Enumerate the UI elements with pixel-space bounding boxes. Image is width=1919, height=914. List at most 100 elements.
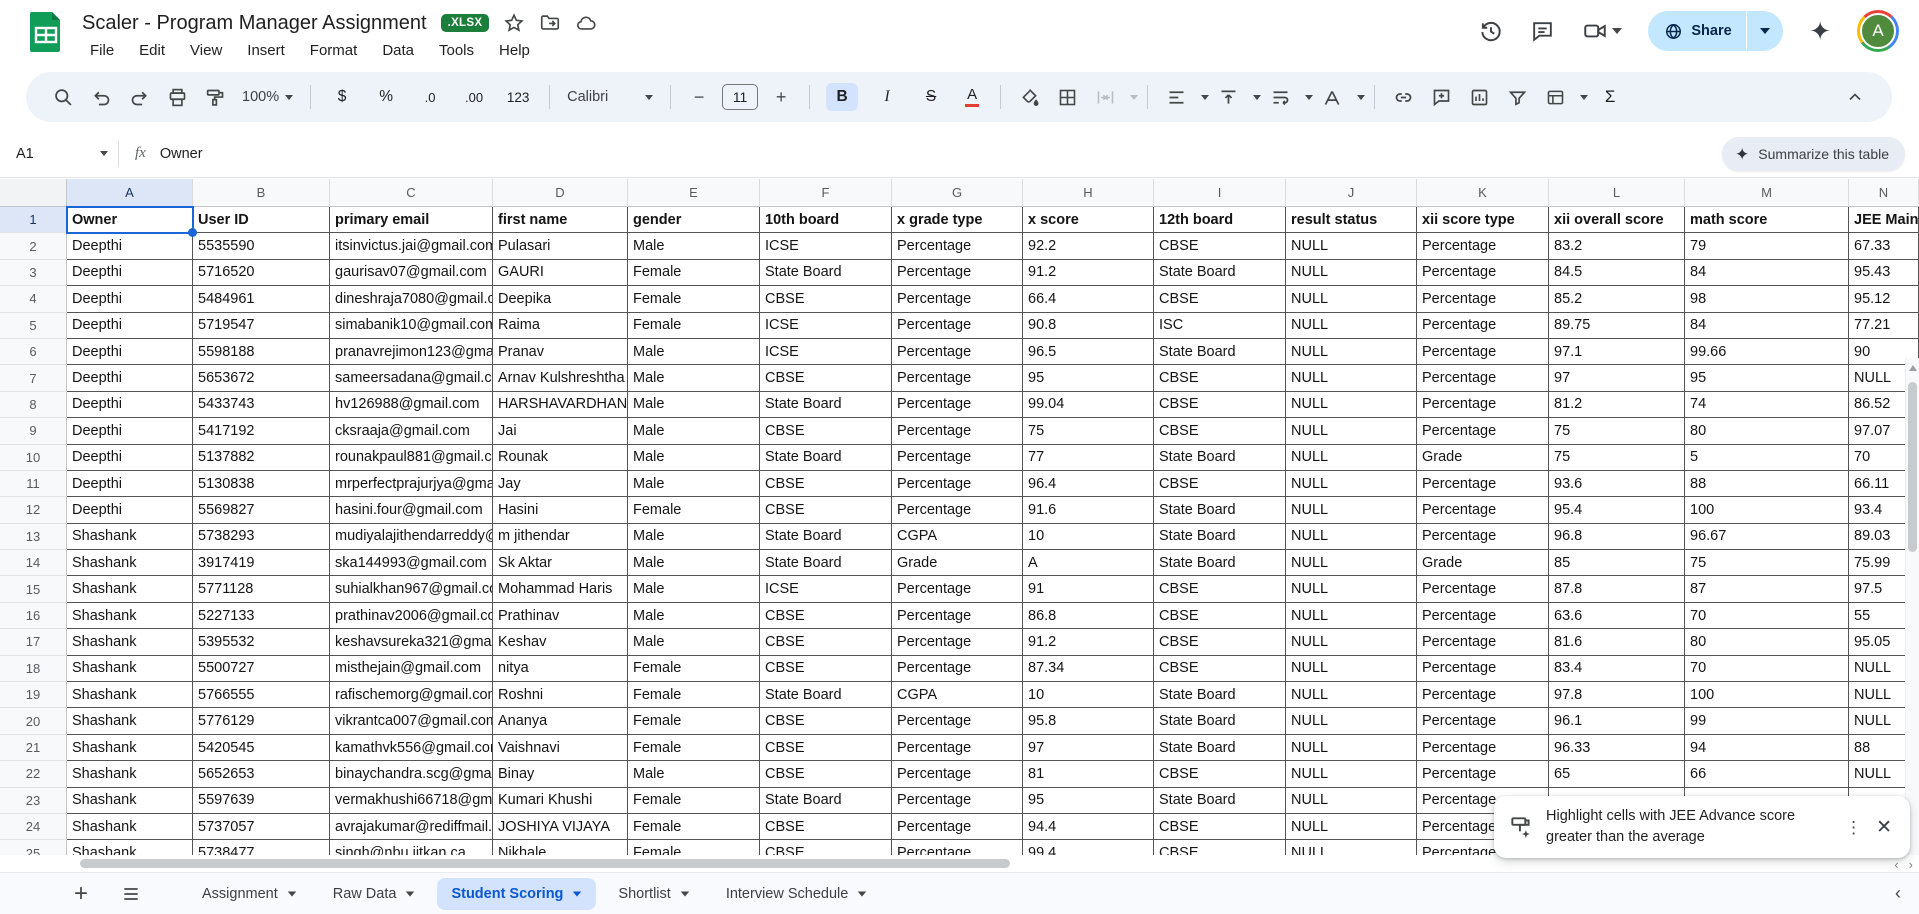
cell-H25[interactable]: 99.4 xyxy=(1023,840,1154,855)
formula-input[interactable]: Owner xyxy=(160,146,203,162)
cell-A3[interactable]: Deepthi xyxy=(67,260,193,286)
cell-K2[interactable]: Percentage xyxy=(1417,233,1549,259)
cell-A21[interactable]: Shashank xyxy=(67,735,193,761)
comments-icon[interactable] xyxy=(1530,18,1556,44)
cell-H6[interactable]: 96.5 xyxy=(1023,339,1154,365)
increase-decimal-button[interactable]: .00 xyxy=(459,84,489,110)
cell-H10[interactable]: 77 xyxy=(1023,445,1154,471)
tab-caret-icon[interactable] xyxy=(288,891,297,896)
font-size-input[interactable]: 11 xyxy=(722,84,758,110)
cell-M16[interactable]: 70 xyxy=(1685,603,1849,629)
cell-H16[interactable]: 86.8 xyxy=(1023,603,1154,629)
cell-H1[interactable]: x score xyxy=(1023,207,1154,233)
cell-J15[interactable]: NULL xyxy=(1286,576,1417,602)
row-number-10[interactable]: 10 xyxy=(0,445,67,471)
meet-caret-icon[interactable] xyxy=(1612,28,1622,34)
cell-K14[interactable]: Grade xyxy=(1417,550,1549,576)
cell-D14[interactable]: Sk Aktar xyxy=(493,550,628,576)
column-header-J[interactable]: J xyxy=(1286,179,1417,207)
cell-B7[interactable]: 5653672 xyxy=(193,365,330,391)
vertical-align-caret-icon[interactable] xyxy=(1253,95,1261,100)
print-icon[interactable] xyxy=(165,84,189,110)
column-header-L[interactable]: L xyxy=(1549,179,1685,207)
cell-C11[interactable]: mrperfectprajurjya@gmail.com xyxy=(330,471,493,497)
cell-H21[interactable]: 97 xyxy=(1023,735,1154,761)
cell-M10[interactable]: 5 xyxy=(1685,445,1849,471)
cell-G6[interactable]: Percentage xyxy=(892,339,1023,365)
bold-button[interactable]: B xyxy=(826,83,858,111)
text-color-button[interactable]: A xyxy=(960,84,984,110)
menu-tools[interactable]: Tools xyxy=(431,40,482,61)
cell-I18[interactable]: CBSE xyxy=(1154,656,1286,682)
column-header-E[interactable]: E xyxy=(628,179,760,207)
row-number-19[interactable]: 19 xyxy=(0,682,67,708)
cell-M2[interactable]: 79 xyxy=(1685,233,1849,259)
cell-C9[interactable]: cksraaja@gmail.com xyxy=(330,418,493,444)
cell-A14[interactable]: Shashank xyxy=(67,550,193,576)
cell-C1[interactable]: primary email xyxy=(330,207,493,233)
cell-F22[interactable]: CBSE xyxy=(760,761,892,787)
cell-B20[interactable]: 5776129 xyxy=(193,708,330,734)
cell-M13[interactable]: 96.67 xyxy=(1685,524,1849,550)
cell-E16[interactable]: Male xyxy=(628,603,760,629)
collapse-toolbar-icon[interactable] xyxy=(1843,84,1867,110)
cell-M4[interactable]: 98 xyxy=(1685,286,1849,312)
cell-J7[interactable]: NULL xyxy=(1286,365,1417,391)
cell-H8[interactable]: 99.04 xyxy=(1023,392,1154,418)
cell-B23[interactable]: 5597639 xyxy=(193,788,330,814)
cell-A4[interactable]: Deepthi xyxy=(67,286,193,312)
cell-L9[interactable]: 75 xyxy=(1549,418,1685,444)
cell-H15[interactable]: 91 xyxy=(1023,576,1154,602)
cell-F14[interactable]: State Board xyxy=(760,550,892,576)
column-header-A[interactable]: A xyxy=(67,179,193,207)
cell-H18[interactable]: 87.34 xyxy=(1023,656,1154,682)
cell-B18[interactable]: 5500727 xyxy=(193,656,330,682)
cell-E19[interactable]: Female xyxy=(628,682,760,708)
cell-J24[interactable]: NULL xyxy=(1286,814,1417,840)
cell-E6[interactable]: Male xyxy=(628,339,760,365)
cell-M17[interactable]: 80 xyxy=(1685,629,1849,655)
cell-D5[interactable]: Raima xyxy=(493,313,628,339)
cell-H4[interactable]: 66.4 xyxy=(1023,286,1154,312)
text-wrap-icon[interactable] xyxy=(1268,84,1292,110)
cell-N1[interactable]: JEE Mains xyxy=(1849,207,1919,233)
row-number-8[interactable]: 8 xyxy=(0,392,67,418)
font-family-control[interactable]: Calibri xyxy=(567,89,653,105)
cell-J13[interactable]: NULL xyxy=(1286,524,1417,550)
horizontal-align-icon[interactable] xyxy=(1164,84,1188,110)
cell-M15[interactable]: 87 xyxy=(1685,576,1849,602)
insert-comment-icon[interactable] xyxy=(1429,84,1453,110)
cell-J16[interactable]: NULL xyxy=(1286,603,1417,629)
cell-E2[interactable]: Male xyxy=(628,233,760,259)
row-number-9[interactable]: 9 xyxy=(0,418,67,444)
cell-H2[interactable]: 92.2 xyxy=(1023,233,1154,259)
cell-L11[interactable]: 93.6 xyxy=(1549,471,1685,497)
cell-H13[interactable]: 10 xyxy=(1023,524,1154,550)
cell-A15[interactable]: Shashank xyxy=(67,576,193,602)
cell-J18[interactable]: NULL xyxy=(1286,656,1417,682)
cell-D11[interactable]: Jay xyxy=(493,471,628,497)
cell-D1[interactable]: first name xyxy=(493,207,628,233)
cell-E8[interactable]: Male xyxy=(628,392,760,418)
column-header-F[interactable]: F xyxy=(760,179,892,207)
cell-D20[interactable]: Ananya xyxy=(493,708,628,734)
cell-H9[interactable]: 75 xyxy=(1023,418,1154,444)
cell-J20[interactable]: NULL xyxy=(1286,708,1417,734)
cell-D10[interactable]: Rounak xyxy=(493,445,628,471)
column-header-H[interactable]: H xyxy=(1023,179,1154,207)
cell-F4[interactable]: CBSE xyxy=(760,286,892,312)
cell-L2[interactable]: 83.2 xyxy=(1549,233,1685,259)
cell-C3[interactable]: gaurisav07@gmail.com xyxy=(330,260,493,286)
cell-C17[interactable]: keshavsureka321@gmail.com xyxy=(330,629,493,655)
cell-J23[interactable]: NULL xyxy=(1286,788,1417,814)
cell-L22[interactable]: 65 xyxy=(1549,761,1685,787)
tab-caret-icon[interactable] xyxy=(406,891,415,896)
cell-K21[interactable]: Percentage xyxy=(1417,735,1549,761)
text-wrap-caret-icon[interactable] xyxy=(1305,95,1313,100)
cell-E24[interactable]: Female xyxy=(628,814,760,840)
cell-L1[interactable]: xii overall score xyxy=(1549,207,1685,233)
cell-K18[interactable]: Percentage xyxy=(1417,656,1549,682)
cell-E10[interactable]: Male xyxy=(628,445,760,471)
cell-I24[interactable]: CBSE xyxy=(1154,814,1286,840)
cell-H19[interactable]: 10 xyxy=(1023,682,1154,708)
